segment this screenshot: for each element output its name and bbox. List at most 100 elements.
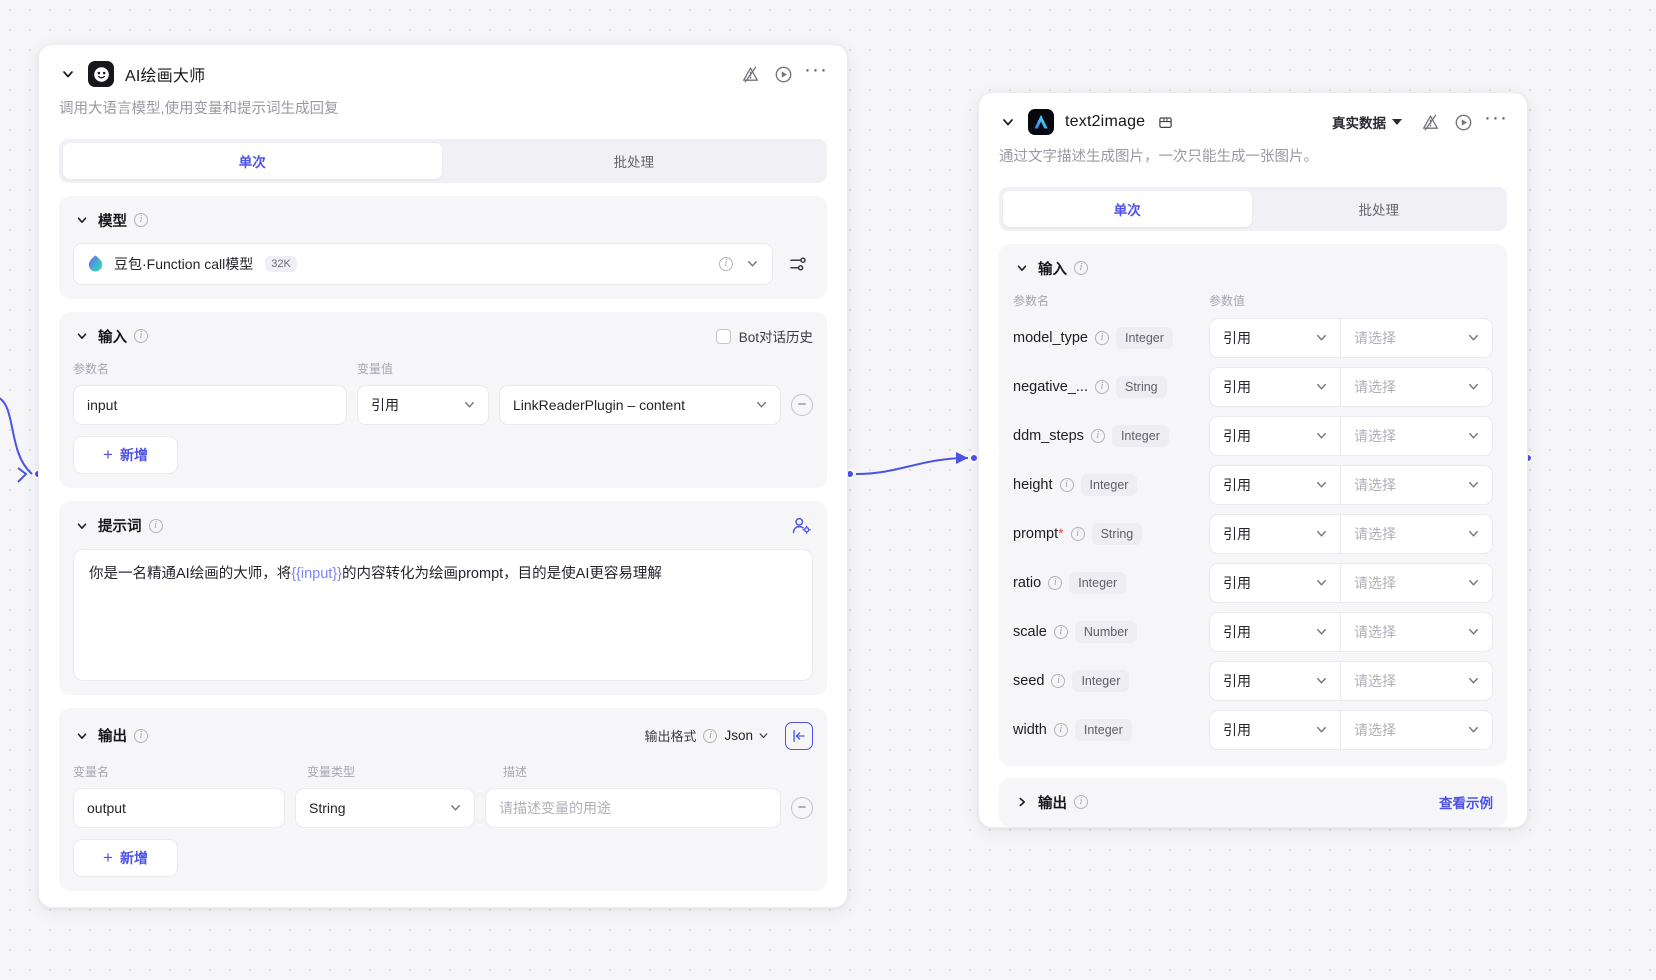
t2i-param-info-icon[interactable]: i bbox=[1051, 673, 1066, 688]
input-add-row-button[interactable]: + 新增 bbox=[73, 435, 178, 474]
t2i-param-info-icon[interactable]: i bbox=[1090, 428, 1105, 443]
prompt-collapse-chevron-icon[interactable] bbox=[73, 517, 91, 535]
output-desc-field[interactable]: 请描述变量的用途 bbox=[485, 787, 781, 828]
t2i-param-value-select[interactable]: 请选择 bbox=[1341, 513, 1493, 554]
model-dropdown-chevron-icon[interactable] bbox=[745, 256, 760, 271]
t2i-col-param-name: 参数名 bbox=[1013, 293, 1050, 308]
t2i-param-value-select[interactable]: 请选择 bbox=[1341, 366, 1493, 407]
output-var-type-select[interactable]: String bbox=[295, 787, 475, 828]
t2i-param-info-icon[interactable]: i bbox=[1094, 379, 1109, 394]
t2i-param-info-icon[interactable]: i bbox=[1094, 330, 1109, 345]
t2i-param-type-badge: Number bbox=[1074, 620, 1138, 643]
t2i-param-name: height bbox=[1013, 476, 1053, 493]
t2i-param-name: width bbox=[1013, 721, 1047, 738]
t2i-param-row: prompt* i String 引用 请选择 bbox=[1013, 513, 1493, 554]
run-icon[interactable] bbox=[1452, 111, 1474, 133]
llm-node-card: AI绘画大师 ··· 调用大语言模型,使用变量和提示词生成回复 单次 批处理 模… bbox=[38, 44, 848, 908]
t2i-param-value-select[interactable]: 请选择 bbox=[1341, 562, 1493, 603]
t2i-param-mode-select[interactable]: 引用 bbox=[1209, 317, 1341, 358]
t2i-tab-batch[interactable]: 批处理 bbox=[1255, 191, 1504, 227]
t2i-collapse-chevron-icon[interactable] bbox=[999, 113, 1017, 131]
output-info-icon[interactable]: i bbox=[134, 728, 148, 743]
prompt-textarea[interactable]: 你是一名精通AI绘画的大师，将{{input}}的内容转化为绘画prompt，目… bbox=[73, 548, 813, 681]
model-info-icon[interactable]: i bbox=[134, 213, 148, 228]
t2i-param-type-badge: Integer bbox=[1074, 718, 1132, 741]
t2i-param-info-icon[interactable]: i bbox=[1059, 477, 1074, 492]
t2i-output-info-icon[interactable]: i bbox=[1074, 795, 1088, 810]
more-icon[interactable]: ··· bbox=[804, 59, 827, 85]
output-row: output String 请描述变量的用途 − bbox=[73, 787, 813, 828]
output-var-name-field[interactable]: output bbox=[73, 787, 285, 828]
t2i-param-value-select[interactable]: 请选择 bbox=[1341, 660, 1493, 701]
t2i-param-value-text: 请选择 bbox=[1354, 623, 1396, 640]
prompt-info-icon[interactable]: i bbox=[148, 518, 163, 533]
more-icon[interactable]: ··· bbox=[1484, 107, 1507, 133]
input-value-select[interactable]: LinkReaderPlugin – content bbox=[499, 384, 781, 425]
chevron-down-icon bbox=[1314, 477, 1329, 492]
t2i-node-title: text2image bbox=[1065, 113, 1146, 130]
llm-node-description: 调用大语言模型,使用变量和提示词生成回复 bbox=[59, 101, 339, 117]
llm-tab-single[interactable]: 单次 bbox=[63, 142, 442, 179]
t2i-param-info-icon[interactable]: i bbox=[1048, 575, 1063, 590]
t2i-param-info-icon[interactable]: i bbox=[1070, 526, 1085, 541]
t2i-param-name: ddm_steps bbox=[1013, 427, 1084, 444]
t2i-param-mode-select[interactable]: 引用 bbox=[1209, 464, 1341, 505]
t2i-param-mode-select[interactable]: 引用 bbox=[1209, 709, 1341, 750]
t2i-param-value-text: 请选择 bbox=[1354, 525, 1396, 542]
t2i-param-value-select[interactable]: 请选择 bbox=[1341, 709, 1493, 750]
model-context-badge: 32K bbox=[265, 255, 297, 272]
view-example-link[interactable]: 查看示例 bbox=[1439, 792, 1493, 812]
output-collapse-chevron-icon[interactable] bbox=[73, 727, 91, 745]
t2i-param-value-select[interactable]: 请选择 bbox=[1341, 317, 1493, 358]
t2i-param-value-select[interactable]: 请选择 bbox=[1341, 464, 1493, 505]
chevron-down-icon bbox=[1466, 526, 1481, 541]
bot-history-checkbox-box[interactable] bbox=[715, 328, 731, 344]
t2i-input-collapse-chevron-icon[interactable] bbox=[1013, 259, 1031, 277]
output-remove-row-button[interactable]: − bbox=[791, 796, 813, 819]
input-col-var-value: 变量值 bbox=[357, 361, 394, 376]
data-mode-select[interactable]: 真实数据 bbox=[1332, 112, 1402, 132]
t2i-output-expand-chevron-icon[interactable] bbox=[1013, 793, 1031, 811]
t2i-param-mode-select[interactable]: 引用 bbox=[1209, 513, 1341, 554]
chevron-down-icon bbox=[1466, 477, 1481, 492]
llm-tab-batch[interactable]: 批处理 bbox=[445, 143, 824, 179]
t2i-param-value-select[interactable]: 请选择 bbox=[1341, 611, 1493, 652]
prompt-persona-icon[interactable] bbox=[791, 515, 813, 537]
t2i-param-mode-select[interactable]: 引用 bbox=[1209, 562, 1341, 603]
t2i-param-mode-select[interactable]: 引用 bbox=[1209, 611, 1341, 652]
llm-collapse-chevron-icon[interactable] bbox=[59, 65, 77, 83]
output-add-row-button[interactable]: + 新增 bbox=[73, 838, 178, 877]
t2i-param-row: seed i Integer 引用 请选择 bbox=[1013, 660, 1493, 701]
t2i-tab-single[interactable]: 单次 bbox=[1003, 190, 1252, 227]
output-col-desc: 描述 bbox=[503, 764, 528, 779]
input-collapse-chevron-icon[interactable] bbox=[73, 327, 91, 345]
model-selector[interactable]: 豆包·Function call模型 32K i bbox=[73, 242, 773, 285]
t2i-param-value-select[interactable]: 请选择 bbox=[1341, 415, 1493, 456]
t2i-param-row: height i Integer 引用 请选择 bbox=[1013, 464, 1493, 505]
input-value-text: LinkReaderPlugin – content bbox=[513, 396, 686, 413]
t2i-param-mode-select[interactable]: 引用 bbox=[1209, 660, 1341, 701]
t2i-input-info-icon[interactable]: i bbox=[1074, 261, 1088, 276]
run-icon[interactable] bbox=[772, 63, 794, 85]
t2i-param-value-text: 请选择 bbox=[1354, 721, 1396, 738]
t2i-param-info-icon[interactable]: i bbox=[1053, 624, 1068, 639]
input-param-name-field[interactable]: input bbox=[73, 384, 347, 425]
input-remove-row-button[interactable]: − bbox=[791, 393, 813, 416]
bot-history-checkbox[interactable]: Bot对话历史 bbox=[715, 326, 813, 346]
t2i-param-info-icon[interactable]: i bbox=[1053, 722, 1068, 737]
output-expand-icon[interactable] bbox=[785, 721, 813, 750]
t2i-param-mode-select[interactable]: 引用 bbox=[1209, 366, 1341, 407]
model-detail-info-icon[interactable]: i bbox=[719, 256, 733, 271]
warning-off-icon[interactable] bbox=[739, 63, 761, 85]
input-info-icon[interactable]: i bbox=[134, 329, 148, 344]
output-section-title: 输出 bbox=[98, 729, 127, 746]
input-col-param-name: 参数名 bbox=[73, 361, 110, 376]
t2i-param-mode-select[interactable]: 引用 bbox=[1209, 415, 1341, 456]
input-mode-select[interactable]: 引用 bbox=[357, 384, 489, 425]
input-mode-chevron-icon bbox=[462, 397, 477, 412]
output-format-select[interactable]: Json bbox=[724, 728, 772, 743]
model-settings-icon[interactable] bbox=[783, 249, 813, 279]
output-format-info-icon[interactable]: i bbox=[703, 728, 718, 743]
model-collapse-chevron-icon[interactable] bbox=[73, 211, 91, 229]
warning-off-icon[interactable] bbox=[1419, 111, 1441, 133]
